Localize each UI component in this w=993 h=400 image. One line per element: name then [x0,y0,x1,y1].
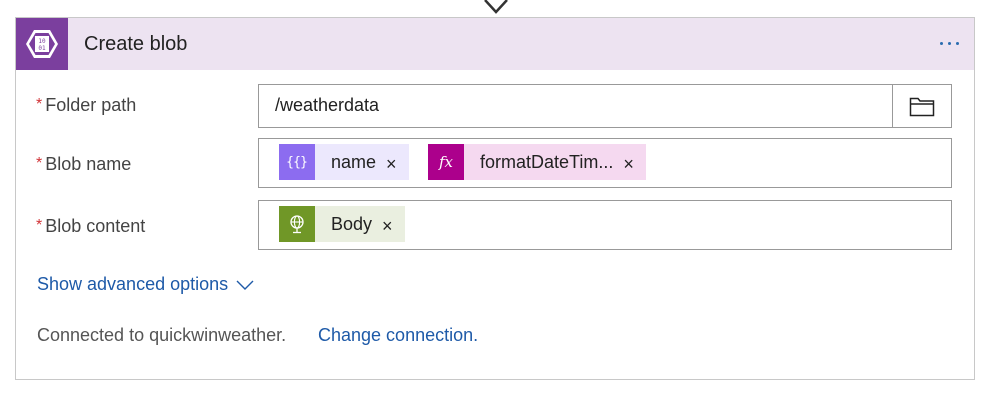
folder-path-label: * Folder path [36,95,136,116]
remove-token-button[interactable]: × [372,216,405,237]
token-name[interactable]: { { } name × [279,144,409,180]
blob-name-field[interactable]: { { } name × fx formatDateTim... × [258,138,952,188]
required-marker: * [36,217,43,234]
folder-path-value: /weatherdata [275,95,380,115]
more-options-button[interactable] [934,30,964,56]
show-advanced-options-label: Show advanced options [37,274,229,294]
svg-text:10: 10 [38,38,46,45]
more-options-dot [955,41,959,45]
token-label: formatDateTim... [480,151,614,172]
required-marker: * [36,96,43,113]
token-body[interactable]: Body × [279,206,405,242]
remove-token-button[interactable]: × [613,154,646,175]
connection-status-text: Connected to quickwinweather. [37,325,287,345]
http-globe-icon [279,206,315,242]
blob-content-label-text: Blob content [45,216,146,236]
action-title: Create blob [84,33,188,55]
token-label: Body [331,213,373,234]
svg-text:{: { [287,155,294,170]
folder-icon [909,97,935,117]
azure-blob-storage-icon: 10 01 [16,18,68,70]
remove-token-button[interactable]: × [376,154,409,175]
more-options-dot [947,41,951,45]
blob-content-label: * Blob content [36,216,145,237]
blob-name-label-text: Blob name [45,154,132,174]
token-format-date-time[interactable]: fx formatDateTim... × [428,144,646,180]
action-header[interactable]: 10 01 Create blob [16,18,974,70]
blob-name-label: * Blob name [36,154,131,175]
blob-content-field[interactable]: Body × [258,200,952,250]
folder-path-field[interactable]: /weatherdata [258,84,952,128]
change-connection-link[interactable]: Change connection. [318,325,478,346]
required-marker: * [36,155,43,172]
browse-folder-button[interactable] [892,85,951,127]
svg-text:01: 01 [38,45,46,52]
svg-text:fx: fx [438,153,454,171]
variable-icon: { { } [279,144,315,180]
expression-fx-icon: fx [428,144,464,180]
folder-path-label-text: Folder path [45,95,137,115]
create-blob-action-card: 10 01 Create blob * Folder path /weatherd… [15,17,975,380]
chevron-down-icon [236,280,254,290]
svg-text:}: } [300,155,307,170]
show-advanced-options-link[interactable]: Show advanced options [37,274,254,295]
more-options-icon [939,41,943,45]
token-label: name [331,151,377,172]
flow-arrow-icon [484,0,508,14]
